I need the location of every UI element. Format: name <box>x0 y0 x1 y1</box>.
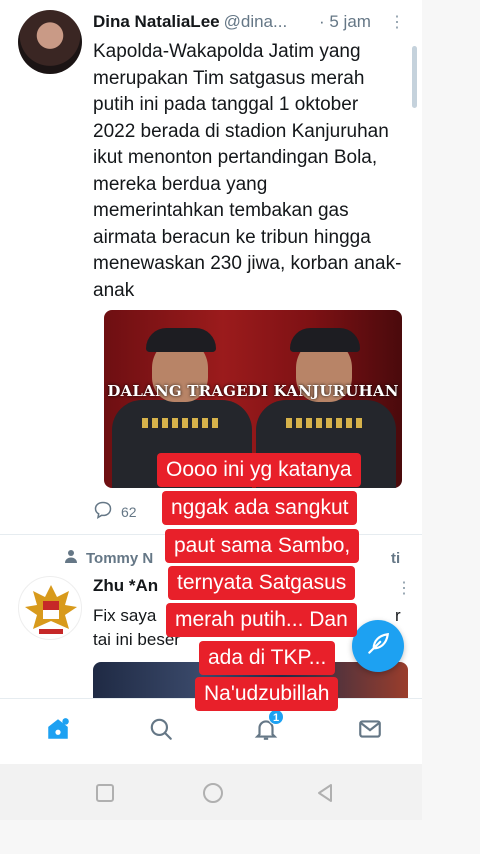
system-navigation-bar <box>0 764 422 820</box>
reply-count: 62 <box>121 503 137 520</box>
search-icon <box>148 716 174 747</box>
caption-line: paut sama Sambo, <box>165 529 360 563</box>
author-handle: @dina... <box>223 12 288 31</box>
home-icon <box>45 716 71 747</box>
reply-icon[interactable] <box>93 500 113 523</box>
background-strip <box>422 0 480 854</box>
tweet-header: Dina NataliaLee @dina... · 5 jam ⋮ <box>93 12 413 32</box>
more-options-icon[interactable]: ⋮ <box>389 12 405 32</box>
caption-line: nggak ada sangkut <box>162 491 358 525</box>
caption-line: Na'udzubillah <box>195 677 339 711</box>
avatar[interactable] <box>18 576 82 640</box>
caption-line: ternyata Satgasus <box>168 566 356 600</box>
tweet-text-tail: r <box>395 606 401 625</box>
caption-line: Oooo ini yg katanya <box>157 453 361 487</box>
retweeter-suffix: ti <box>391 549 401 567</box>
notification-badge: 1 <box>268 709 284 725</box>
retweeter-name: Tommy N <box>86 549 154 567</box>
feather-icon <box>365 631 391 662</box>
app-screen: Dina NataliaLee @dina... · 5 jam ⋮ Kapold… <box>0 0 422 854</box>
tab-home[interactable] <box>42 715 74 747</box>
retweet-indicator[interactable]: Tommy N ti <box>64 549 400 567</box>
scrollbar[interactable] <box>412 46 417 108</box>
tab-messages[interactable] <box>354 715 386 747</box>
bottom-padding <box>0 820 422 854</box>
author-name[interactable]: Zhu *An <box>93 576 158 596</box>
person-icon <box>64 549 78 567</box>
tab-search[interactable] <box>145 715 177 747</box>
caption-line: ada di TKP... <box>199 641 336 675</box>
tweet-actions: 62 <box>93 500 137 523</box>
back-button[interactable] <box>314 782 336 804</box>
tab-notifications[interactable]: 1 <box>250 709 284 747</box>
avatar[interactable] <box>18 10 82 74</box>
compose-tweet-button[interactable] <box>352 620 404 672</box>
image-caption: DALANG TRAGEDI KANJURUHAN <box>107 382 399 400</box>
more-options-icon[interactable]: ⋮ <box>396 578 412 598</box>
author-name[interactable]: Dina NataliaLee <box>93 12 220 31</box>
caption-line: merah putih... Dan <box>166 603 357 637</box>
home-button[interactable] <box>202 782 224 804</box>
tweet-text: Kapolda-Wakapolda Jatim yang merupakan T… <box>93 41 402 301</box>
recent-apps-button[interactable] <box>94 782 116 804</box>
messages-icon <box>357 716 383 747</box>
tweet-text-line: Fix saya <box>93 606 157 625</box>
tweet-time: · 5 jam <box>319 12 371 31</box>
